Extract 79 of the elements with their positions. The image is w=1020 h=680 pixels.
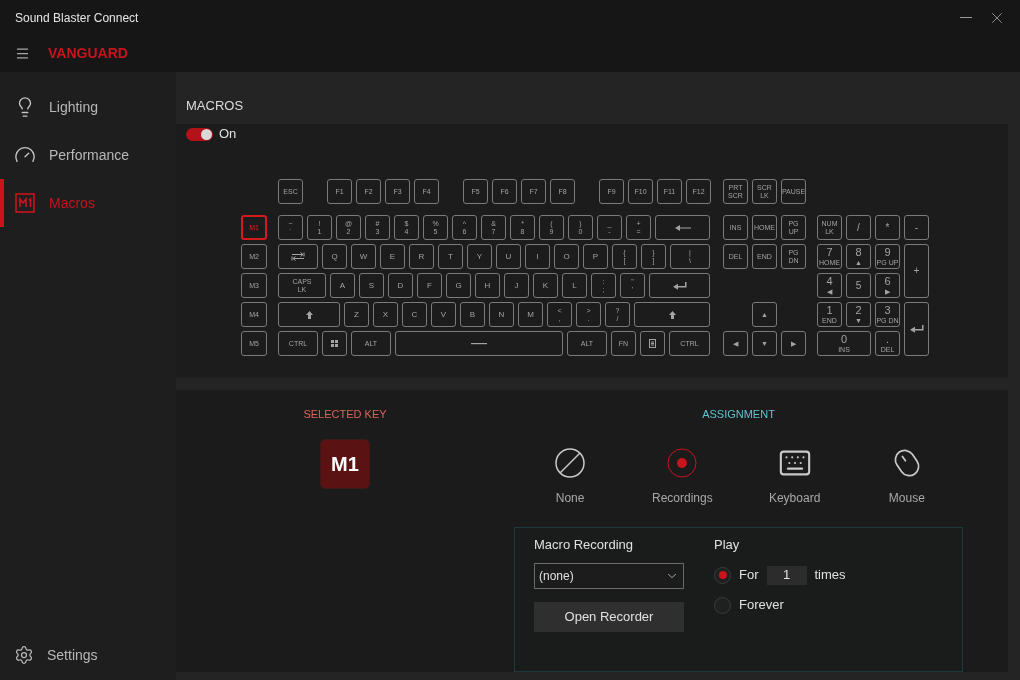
times-label: times	[814, 566, 846, 585]
menu-icon	[15, 46, 30, 61]
selected-key-tile: M1	[320, 438, 370, 489]
key[interactable]: X	[373, 302, 398, 327]
key[interactable]: O	[554, 244, 579, 269]
arrow-up-icon	[668, 310, 676, 319]
key[interactable]: S	[359, 273, 384, 298]
key[interactable]: H	[475, 273, 500, 298]
key[interactable]: B	[460, 302, 485, 327]
key[interactable]	[395, 331, 563, 356]
key[interactable]: Z	[344, 302, 369, 327]
key[interactable]: E	[380, 244, 405, 269]
key[interactable]: J	[504, 273, 529, 298]
key[interactable]: M	[518, 302, 543, 327]
key[interactable]	[322, 331, 347, 356]
radio-button[interactable]	[714, 596, 731, 614]
key[interactable]: +	[904, 244, 929, 298]
section-title: MACROS	[186, 97, 244, 115]
key[interactable]	[904, 302, 929, 356]
enter-icon	[909, 325, 924, 333]
key[interactable]: F	[417, 273, 442, 298]
sidebar-item[interactable]: Performance	[0, 131, 176, 179]
key[interactable]	[655, 215, 710, 240]
key[interactable]: A	[330, 273, 355, 298]
assignment-option[interactable]: Keyboard	[738, 445, 851, 507]
key[interactable]: K	[533, 273, 558, 298]
menu-key-icon	[649, 339, 656, 348]
key[interactable]: C	[402, 302, 427, 327]
key[interactable]: /	[846, 215, 871, 240]
macros-toggle[interactable]	[186, 127, 213, 141]
minimize-icon	[960, 17, 972, 18]
count-field[interactable]: 1	[766, 565, 807, 585]
radio-label: Forever	[739, 596, 784, 615]
key[interactable]: U	[496, 244, 521, 269]
sidebar-item[interactable]: Lighting	[0, 83, 176, 131]
key[interactable]: T	[438, 244, 463, 269]
arrow-up-icon	[305, 310, 313, 319]
settings-button[interactable]: Settings	[0, 640, 176, 670]
key[interactable]	[278, 244, 318, 269]
assignment-title: ASSIGNMENT	[702, 407, 775, 422]
device-name: VANGUARD	[48, 44, 128, 63]
key[interactable]: Q	[322, 244, 347, 269]
selected-key-title: SELECTED KEY	[303, 407, 387, 422]
windows-icon	[331, 340, 338, 347]
play-label: Play	[714, 535, 741, 554]
key[interactable]: P	[583, 244, 608, 269]
macro-recording-label: Macro Recording	[534, 535, 634, 554]
key[interactable]: 5	[846, 273, 871, 298]
key[interactable]: I	[525, 244, 550, 269]
window-title: Sound Blaster Connect	[15, 9, 139, 27]
toggle-label: On	[219, 125, 237, 144]
settings-icon	[14, 645, 34, 665]
recording-dropdown[interactable]: (none)	[534, 563, 684, 589]
line-icon	[471, 342, 487, 345]
key[interactable]	[640, 331, 665, 356]
macro-icon	[15, 193, 35, 213]
radio-button[interactable]	[714, 566, 731, 584]
key[interactable]: W	[351, 244, 376, 269]
key[interactable]	[278, 302, 340, 327]
open-recorder-button[interactable]: Open Recorder	[534, 602, 684, 632]
menu-button[interactable]	[15, 46, 30, 61]
arrow-left-icon	[674, 224, 691, 231]
key[interactable]	[634, 302, 710, 327]
assignment-option[interactable]: None	[514, 445, 627, 507]
key[interactable]: V	[431, 302, 456, 327]
radio-label: For	[739, 566, 759, 585]
key[interactable]: R	[409, 244, 434, 269]
key[interactable]: L	[562, 273, 587, 298]
key[interactable]: G	[446, 273, 471, 298]
key[interactable]: Y	[467, 244, 492, 269]
key[interactable]: -	[904, 215, 929, 240]
key[interactable]: D	[388, 273, 413, 298]
assignment-option[interactable]: Recordings	[626, 445, 739, 507]
tab-icon	[291, 252, 305, 261]
assignment-option[interactable]: Mouse	[850, 445, 963, 507]
key[interactable]: *	[875, 215, 900, 240]
enter-icon	[672, 281, 687, 290]
key[interactable]: N	[489, 302, 514, 327]
key[interactable]	[649, 273, 710, 298]
